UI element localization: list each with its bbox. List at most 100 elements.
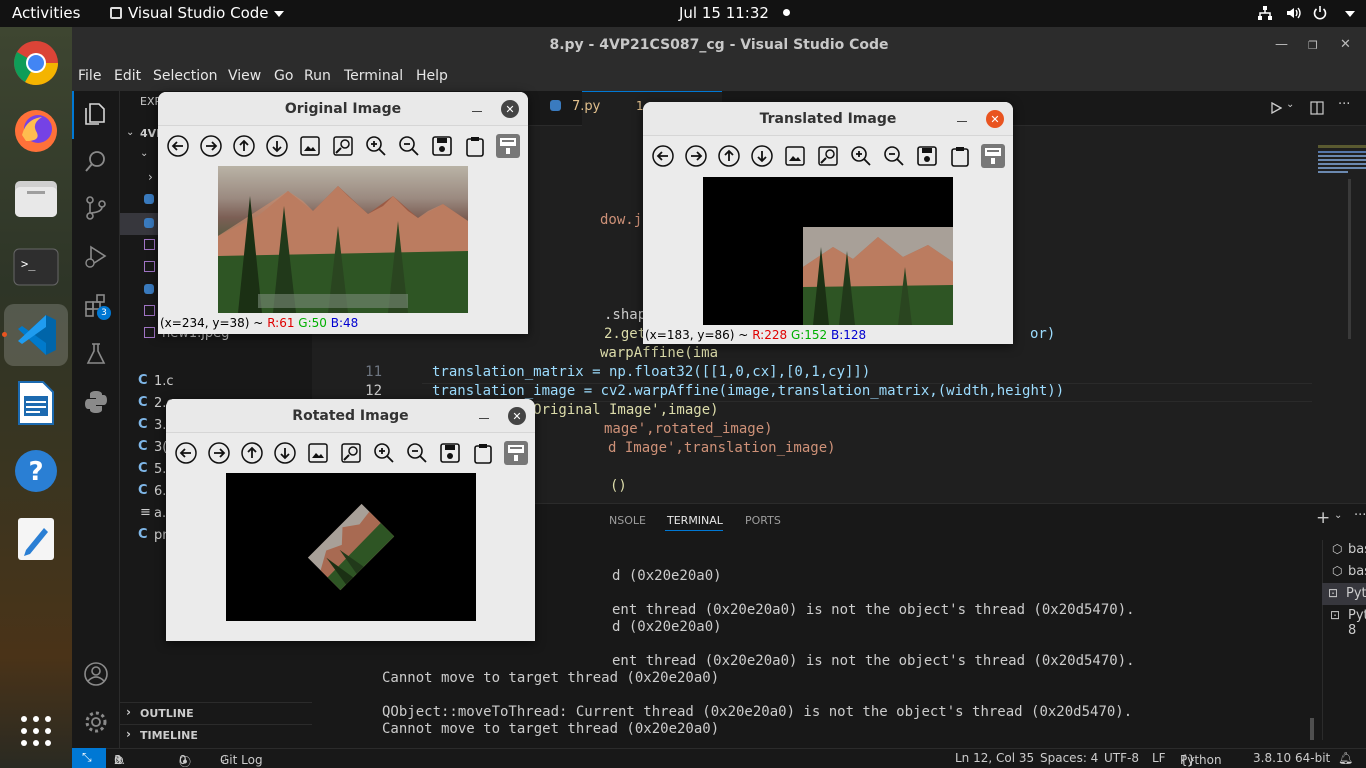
text-editor-icon[interactable] [12,515,60,563]
search-icon[interactable] [83,149,109,175]
tab-debug-console[interactable]: NSOLE [609,514,646,527]
remote-indicator[interactable]: ⤡ [72,748,106,768]
pan-left-icon[interactable] [166,134,190,158]
copy-clipboard-icon[interactable] [948,144,972,168]
pan-left-icon[interactable] [651,144,675,168]
window-titlebar[interactable]: Rotated Image [166,399,535,433]
close-icon[interactable]: ✕ [986,110,1004,128]
firefox-icon[interactable] [12,107,60,155]
zoom-original-icon[interactable] [816,144,840,168]
close-icon[interactable]: ✕ [508,407,526,425]
zoom-original-icon[interactable] [339,441,363,465]
save-icon[interactable] [915,144,939,168]
zoom-out-icon[interactable] [405,441,429,465]
minimize-icon[interactable]: — [1275,37,1288,52]
properties-icon[interactable] [496,134,520,158]
minimize-icon[interactable] [957,121,967,122]
pan-up-icon[interactable] [240,441,264,465]
minimize-icon[interactable] [479,418,489,419]
system-menu-chevron-icon[interactable] [1345,11,1355,17]
original-photo[interactable] [218,166,468,313]
zoom-fit-icon[interactable] [306,441,330,465]
copy-clipboard-icon[interactable] [463,134,487,158]
python-icon[interactable] [83,389,109,415]
more-actions-icon[interactable]: ··· [1338,97,1350,112]
list-item[interactable]: C 1.c [120,371,312,393]
pan-left-icon[interactable] [174,441,198,465]
terminal-list-item[interactable]: ⊡ Python: 8 [1254,605,1366,638]
outline-section[interactable]: › OUTLINE [120,702,312,724]
translated-photo[interactable] [703,177,953,325]
terminal-list-item[interactable]: ⬡baship⚠ [1254,539,1366,561]
files-icon[interactable] [12,175,60,223]
activities-button[interactable]: Activities [12,4,80,22]
menu-go[interactable]: Go [274,68,293,84]
pan-right-icon[interactable] [684,144,708,168]
terminal-icon[interactable]: >_ [12,243,60,291]
writer-icon[interactable] [12,379,60,427]
properties-icon[interactable] [504,441,528,465]
menu-selection[interactable]: Selection [153,68,218,84]
source-control-icon[interactable] [83,195,109,221]
close-icon[interactable]: ✕ [501,100,519,118]
zoom-fit-icon[interactable] [783,144,807,168]
pan-up-icon[interactable] [717,144,741,168]
line-ending[interactable]: LF [1152,751,1166,765]
zoom-in-icon[interactable] [849,144,873,168]
zoom-fit-icon[interactable] [298,134,322,158]
zoom-in-icon[interactable] [364,134,388,158]
pan-right-icon[interactable] [207,441,231,465]
vscode-icon[interactable] [12,311,60,359]
pan-down-icon[interactable] [750,144,774,168]
tab-terminal[interactable]: TERMINAL [667,514,723,527]
timeline-section[interactable]: › TIMELINE [120,724,312,746]
indentation[interactable]: Spaces: 4 [1040,751,1098,765]
chrome-icon[interactable] [12,39,60,87]
zoom-out-icon[interactable] [882,144,906,168]
zoom-original-icon[interactable] [331,134,355,158]
minimize-icon[interactable] [472,111,482,112]
settings-gear-icon[interactable] [83,709,109,735]
chevron-down-icon[interactable]: ⌄ [1286,99,1294,110]
editor-scrollbar[interactable] [1348,179,1351,339]
window-titlebar[interactable]: Translated Image [643,102,1013,136]
clock[interactable]: Jul 15 11:32 [679,4,790,22]
window-titlebar[interactable]: Original Image [158,92,528,126]
pan-right-icon[interactable] [199,134,223,158]
minimap[interactable] [1318,145,1366,185]
menu-edit[interactable]: Edit [114,68,141,84]
run-debug-icon[interactable] [83,243,109,269]
help-icon[interactable]: ? [12,447,60,495]
chevron-down-icon[interactable]: ⌄ [1334,510,1342,521]
cursor-position[interactable]: Ln 12, Col 35 [955,751,1034,765]
zoom-in-icon[interactable] [372,441,396,465]
menu-run[interactable]: Run [304,68,331,84]
network-icon[interactable] [1257,5,1273,21]
show-apps-icon[interactable] [12,707,60,755]
run-python-icon[interactable] [1270,102,1282,114]
menu-terminal[interactable]: Terminal [344,68,403,84]
power-icon[interactable] [1312,5,1328,21]
app-menu[interactable]: Visual Studio Code [110,4,284,22]
pan-down-icon[interactable] [273,441,297,465]
menu-file[interactable]: File [78,68,101,84]
pan-up-icon[interactable] [232,134,256,158]
volume-icon[interactable] [1286,5,1302,21]
notifications-icon[interactable]: 🔔︎ [1338,751,1353,765]
terminal-scrollbar[interactable] [1310,718,1314,740]
explorer-icon[interactable] [83,101,109,127]
save-icon[interactable] [438,441,462,465]
python-interpreter[interactable]: 3.8.10 64-bit [1253,751,1330,765]
encoding[interactable]: UTF-8 [1104,751,1139,765]
zoom-out-icon[interactable] [397,134,421,158]
copy-clipboard-icon[interactable] [471,441,495,465]
code-line[interactable]: warpAffine(ima [312,345,1312,364]
pan-down-icon[interactable] [265,134,289,158]
code-line[interactable]: 11 translation_matrix = np.float32([[1,0,… [312,364,1312,383]
account-icon[interactable] [83,661,109,687]
rotated-photo[interactable] [226,473,476,621]
terminal-list-item[interactable]: ⬡ bash [1254,561,1366,583]
terminal-list-item-active[interactable]: ⊡Pythonip [1322,583,1366,605]
new-terminal-icon[interactable]: + [1316,508,1330,528]
testing-icon[interactable] [83,341,109,367]
